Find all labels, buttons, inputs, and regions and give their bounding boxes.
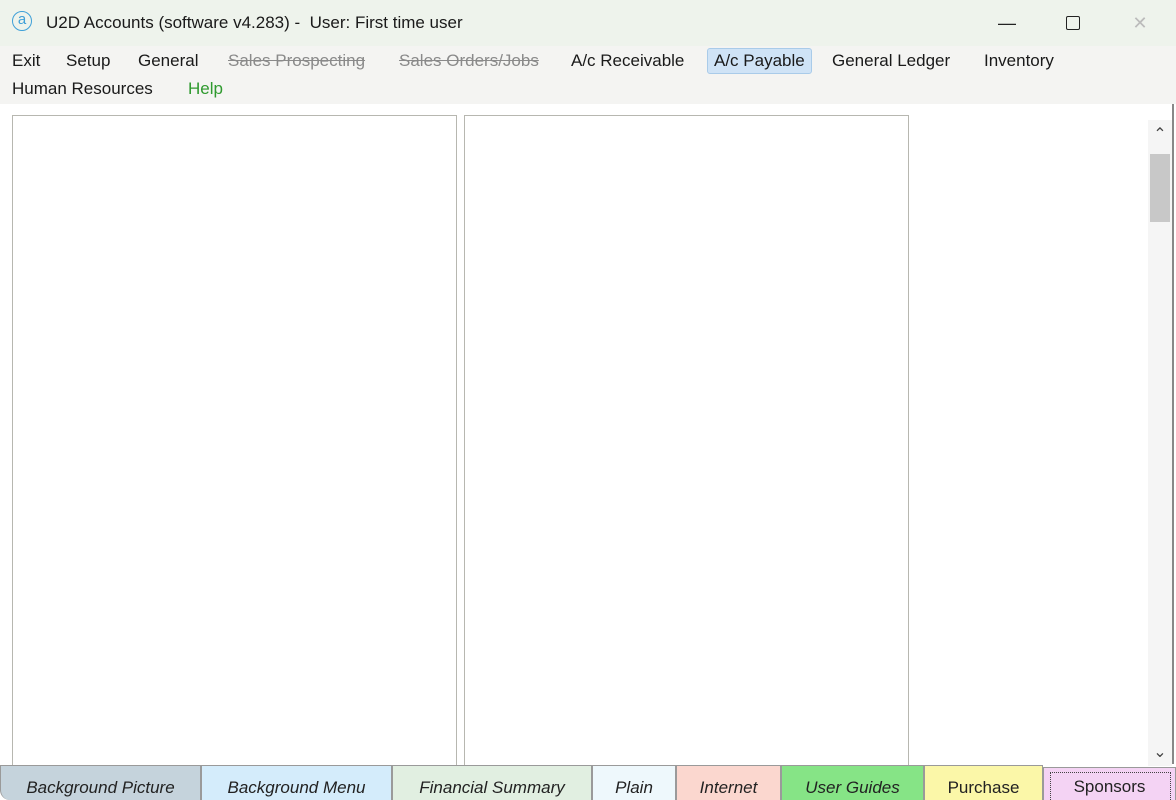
scroll-down-icon[interactable]: ⌄ [1148,740,1172,766]
menu-sales-prospecting[interactable]: Sales Prospecting [222,49,371,73]
left-panel [12,115,457,775]
app-logo-icon: a [12,11,32,31]
tab-plain[interactable]: Plain [592,765,676,800]
window-title: U2D Accounts (software v4.283) - User: F… [46,13,463,32]
menu-human-resources[interactable]: Human Resources [6,77,159,101]
menu-sales-orders-jobs[interactable]: Sales Orders/Jobs [393,49,545,73]
menu-ac-receivable[interactable]: A/c Receivable [565,49,690,73]
minimize-button[interactable]: — [984,8,1030,38]
tab-purchase[interactable]: Purchase [924,765,1043,800]
menu-general[interactable]: General [132,49,204,73]
menu-ac-payable[interactable]: A/c Payable [707,48,812,74]
menu-general-ledger[interactable]: General Ledger [826,49,956,73]
close-button[interactable]: ✕ [1117,8,1163,38]
title-bar: a U2D Accounts (software v4.283) - User:… [0,0,1176,46]
right-panel [464,115,909,775]
menu-inventory[interactable]: Inventory [978,49,1060,73]
vertical-scrollbar[interactable]: ⌃ ⌄ [1148,120,1172,766]
tab-user-guides[interactable]: User Guides [781,765,924,800]
maximize-icon [1066,15,1080,30]
tab-sponsors-label: Sponsors [1073,777,1146,796]
menu-help[interactable]: Help [182,77,229,101]
tab-background-menu[interactable]: Background Menu [201,765,392,800]
window-edge [1172,104,1174,764]
menu-exit[interactable]: Exit [6,49,46,73]
bottom-tab-bar: Background Picture Background Menu Finan… [0,765,1176,800]
tab-sponsors[interactable]: Sponsors [1043,767,1176,800]
menu-bar: Exit Setup General Sales Prospecting Sal… [0,46,1176,104]
tab-financial-summary[interactable]: Financial Summary [392,765,592,800]
scroll-thumb[interactable] [1150,154,1170,222]
scroll-up-icon[interactable]: ⌃ [1148,122,1172,148]
maximize-button[interactable] [1050,8,1096,38]
menu-setup[interactable]: Setup [60,49,116,73]
tab-background-picture[interactable]: Background Picture [0,765,201,800]
tab-internet[interactable]: Internet [676,765,781,800]
